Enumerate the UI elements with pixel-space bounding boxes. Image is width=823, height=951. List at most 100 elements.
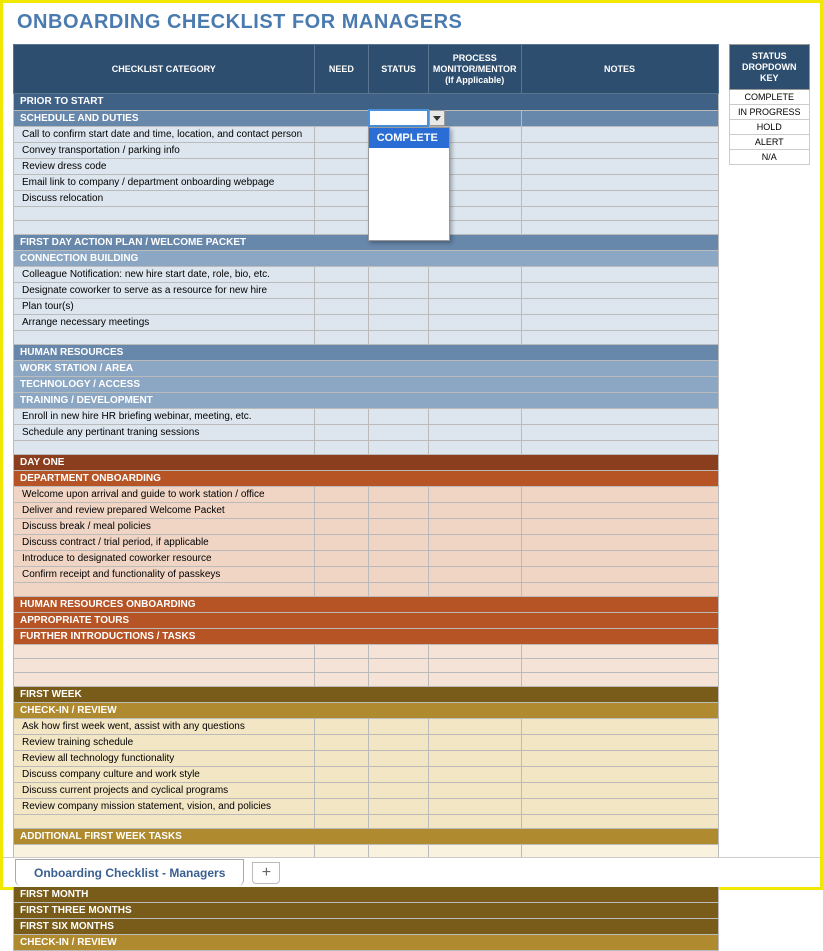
checklist-item-cell[interactable]: Confirm receipt and functionality of pas…	[14, 566, 315, 582]
empty-cell[interactable]	[521, 282, 718, 298]
empty-cell[interactable]	[521, 782, 718, 798]
empty-cell[interactable]	[369, 566, 429, 582]
section-header-cell[interactable]: WORK STATION / AREA	[14, 360, 719, 376]
empty-cell[interactable]	[314, 550, 369, 566]
empty-cell[interactable]	[314, 814, 369, 828]
empty-cell[interactable]	[521, 814, 718, 828]
empty-cell[interactable]	[314, 750, 369, 766]
section-header-cell[interactable]: DEPARTMENT ONBOARDING	[14, 470, 719, 486]
section-header-cell[interactable]: DAY ONE	[14, 454, 719, 470]
empty-cell[interactable]	[428, 502, 521, 518]
empty-cell[interactable]	[521, 330, 718, 344]
col-notes[interactable]: NOTES	[521, 45, 718, 94]
empty-cell[interactable]	[369, 486, 429, 502]
empty-cell[interactable]	[521, 534, 718, 550]
add-sheet-button[interactable]: +	[252, 862, 280, 884]
empty-cell[interactable]	[314, 658, 369, 672]
empty-cell[interactable]	[314, 566, 369, 582]
dropdown-option[interactable]: ALERT	[369, 200, 449, 220]
empty-cell[interactable]	[428, 282, 521, 298]
section-header-cell[interactable]: SCHEDULE AND DUTIES	[14, 110, 369, 126]
section-header-cell[interactable]: FIRST THREE MONTHS	[14, 902, 719, 918]
col-status[interactable]: STATUS	[369, 45, 429, 94]
empty-cell[interactable]	[521, 672, 718, 686]
section-header-cell[interactable]: APPROPRIATE TOURS	[14, 612, 719, 628]
empty-cell[interactable]	[369, 502, 429, 518]
empty-cell[interactable]	[14, 330, 315, 344]
checklist-item-cell[interactable]: Deliver and review prepared Welcome Pack…	[14, 502, 315, 518]
empty-cell[interactable]	[521, 142, 718, 158]
empty-cell[interactable]	[369, 534, 429, 550]
empty-cell[interactable]	[428, 298, 521, 314]
checklist-item-cell[interactable]: Ask how first week went, assist with any…	[14, 718, 315, 734]
section-header-cell[interactable]: HUMAN RESOURCES ONBOARDING	[14, 596, 719, 612]
empty-cell[interactable]	[521, 486, 718, 502]
section-header-cell[interactable]: FIRST MONTH	[14, 886, 719, 902]
empty-cell[interactable]	[521, 440, 718, 454]
empty-cell[interactable]	[521, 314, 718, 330]
empty-cell[interactable]	[369, 766, 429, 782]
empty-cell[interactable]	[314, 502, 369, 518]
empty-cell[interactable]	[14, 672, 315, 686]
checklist-item-cell[interactable]: Designate coworker to serve as a resourc…	[14, 282, 315, 298]
empty-cell[interactable]	[428, 718, 521, 734]
empty-cell[interactable]	[314, 534, 369, 550]
empty-cell[interactable]	[521, 734, 718, 750]
empty-cell[interactable]	[428, 314, 521, 330]
checklist-item-cell[interactable]: Discuss current projects and cyclical pr…	[14, 782, 315, 798]
section-header-cell[interactable]: FIRST SIX MONTHS	[14, 918, 719, 934]
dropdown-arrow-icon[interactable]	[429, 110, 445, 126]
empty-cell[interactable]	[14, 658, 315, 672]
empty-cell[interactable]	[369, 750, 429, 766]
col-need[interactable]: NEED	[314, 45, 369, 94]
checklist-item-cell[interactable]: Discuss company culture and work style	[14, 766, 315, 782]
checklist-item-cell[interactable]: Introduce to designated coworker resourc…	[14, 550, 315, 566]
empty-cell[interactable]	[369, 408, 429, 424]
section-header-cell[interactable]: TRAINING / DEVELOPMENT	[14, 392, 719, 408]
section-header-cell[interactable]: TECHNOLOGY / ACCESS	[14, 376, 719, 392]
empty-cell[interactable]	[428, 672, 521, 686]
dropdown-option[interactable]: HOLD	[369, 180, 449, 200]
checklist-item-cell[interactable]: Discuss relocation	[14, 190, 315, 206]
empty-cell[interactable]	[521, 550, 718, 566]
empty-cell[interactable]	[521, 582, 718, 596]
section-header-cell[interactable]: PRIOR TO START	[14, 94, 719, 111]
empty-cell[interactable]	[314, 718, 369, 734]
sheet-tab-active[interactable]: Onboarding Checklist - Managers	[15, 859, 244, 886]
checklist-item-cell[interactable]: Review company mission statement, vision…	[14, 798, 315, 814]
empty-cell[interactable]	[521, 158, 718, 174]
empty-cell[interactable]	[521, 298, 718, 314]
empty-cell[interactable]	[314, 518, 369, 534]
empty-cell[interactable]	[521, 190, 718, 206]
empty-cell[interactable]	[521, 424, 718, 440]
empty-cell[interactable]	[521, 126, 718, 142]
section-header-cell[interactable]: CHECK-IN / REVIEW	[14, 934, 719, 950]
empty-cell[interactable]	[428, 486, 521, 502]
empty-cell[interactable]	[14, 644, 315, 658]
empty-cell[interactable]	[428, 658, 521, 672]
empty-cell[interactable]	[521, 658, 718, 672]
checklist-item-cell[interactable]: Review training schedule	[14, 734, 315, 750]
empty-cell[interactable]	[521, 750, 718, 766]
empty-cell[interactable]	[314, 408, 369, 424]
empty-cell[interactable]	[369, 658, 429, 672]
empty-cell[interactable]	[369, 550, 429, 566]
empty-cell[interactable]	[428, 424, 521, 440]
empty-cell[interactable]	[314, 440, 369, 454]
empty-cell[interactable]	[521, 110, 718, 126]
empty-cell[interactable]	[314, 766, 369, 782]
empty-cell[interactable]	[314, 734, 369, 750]
empty-cell[interactable]	[314, 314, 369, 330]
empty-cell[interactable]	[521, 502, 718, 518]
empty-cell[interactable]	[521, 206, 718, 220]
empty-cell[interactable]	[521, 408, 718, 424]
empty-cell[interactable]	[369, 582, 429, 596]
empty-cell[interactable]	[314, 158, 369, 174]
empty-cell[interactable]	[369, 440, 429, 454]
section-header-cell[interactable]: FIRST DAY ACTION PLAN / WELCOME PACKET	[14, 234, 719, 250]
empty-cell[interactable]	[314, 142, 369, 158]
empty-cell[interactable]	[369, 330, 429, 344]
empty-cell[interactable]	[314, 174, 369, 190]
empty-cell[interactable]	[314, 298, 369, 314]
empty-cell[interactable]	[314, 582, 369, 596]
